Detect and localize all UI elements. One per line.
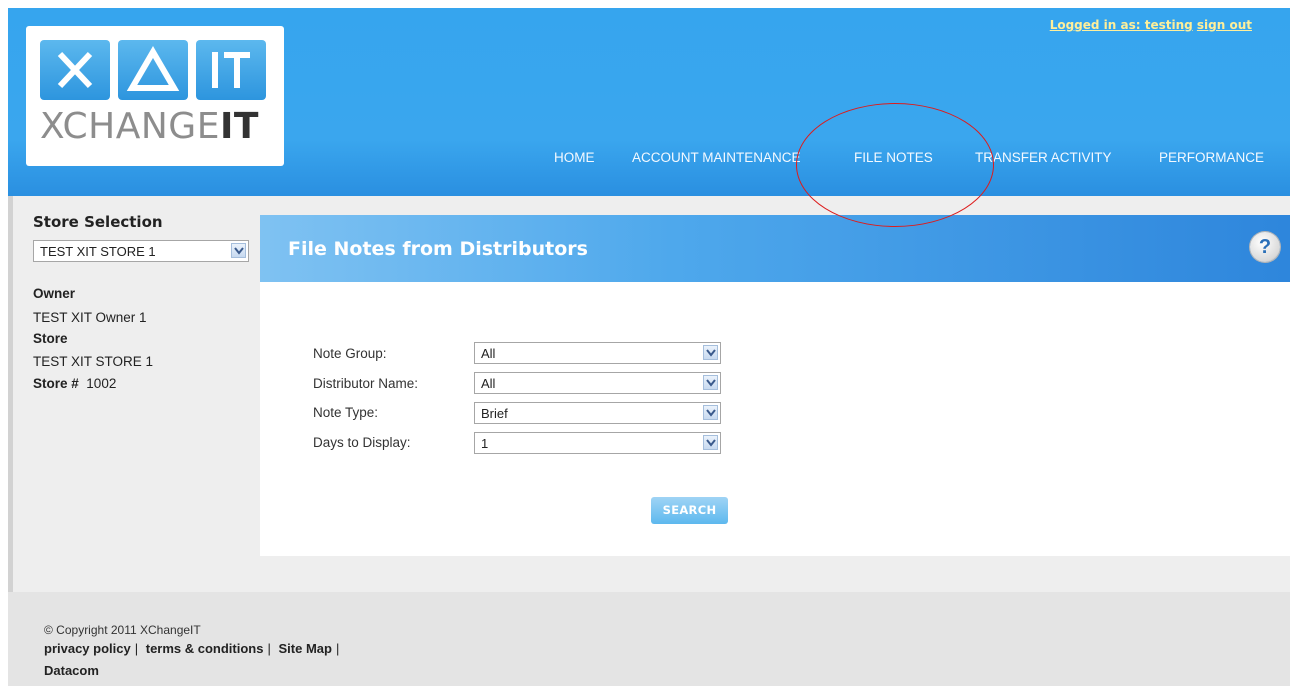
owner-label: Owner bbox=[33, 286, 76, 301]
x-icon bbox=[57, 51, 93, 89]
store-number-value: 1002 bbox=[86, 376, 117, 391]
page-title: File Notes from Distributors bbox=[288, 238, 588, 260]
login-info: Logged in as: testing sign out bbox=[1050, 18, 1252, 32]
it-letters-icon bbox=[212, 52, 250, 88]
link-separator: | bbox=[267, 641, 271, 656]
distributor-name-label: Distributor Name: bbox=[313, 376, 419, 391]
main-nav: HOME ACCOUNT MAINTENANCE FILE NOTES TRAN… bbox=[8, 150, 1290, 176]
store-label: Store bbox=[33, 331, 68, 346]
link-separator: | bbox=[134, 641, 139, 656]
store-select-value: TEST XIT STORE 1 bbox=[40, 244, 156, 259]
chevron-down-icon bbox=[703, 405, 718, 420]
chevron-down-icon bbox=[703, 435, 718, 450]
note-type-select[interactable]: Brief bbox=[474, 402, 721, 424]
sign-out-link[interactable]: sign out bbox=[1197, 18, 1252, 32]
owner-value: TEST XIT Owner 1 bbox=[33, 310, 147, 325]
store-number-label: Store # bbox=[33, 376, 79, 391]
site-header: XCHANGEIT Logged in as: testing sign out… bbox=[8, 8, 1290, 196]
logo-it-tile bbox=[196, 40, 266, 100]
footer-links: privacy policy | terms & conditions | Site… bbox=[44, 641, 343, 656]
chevron-down-icon bbox=[703, 375, 718, 390]
link-separator: | bbox=[335, 641, 340, 656]
site-map-link[interactable]: Site Map bbox=[279, 641, 332, 656]
copyright-text: © Copyright 2011 XChangeIT bbox=[44, 623, 201, 637]
help-icon[interactable]: ? bbox=[1250, 232, 1280, 262]
days-to-display-value: 1 bbox=[481, 436, 489, 451]
distributor-name-select[interactable]: All bbox=[474, 372, 721, 394]
note-group-value: All bbox=[481, 346, 496, 361]
triangle-icon bbox=[126, 46, 180, 91]
chevron-down-icon bbox=[231, 243, 246, 258]
store-value: TEST XIT STORE 1 bbox=[33, 354, 154, 369]
days-to-display-label: Days to Display: bbox=[313, 435, 411, 450]
logged-in-user-link[interactable]: Logged in as: testing bbox=[1050, 18, 1193, 32]
terms-conditions-link[interactable]: terms & conditions bbox=[146, 641, 264, 656]
store-number: Store # 1002 bbox=[33, 376, 116, 391]
datacom-link[interactable]: Datacom bbox=[44, 663, 99, 678]
sidebar-edge bbox=[8, 196, 13, 592]
note-type-value: Brief bbox=[481, 406, 508, 421]
logo-wordmark: XCHANGEIT bbox=[40, 106, 259, 147]
nav-performance[interactable]: PERFORMANCE bbox=[1159, 150, 1264, 165]
nav-home[interactable]: HOME bbox=[554, 150, 595, 165]
store-selection-title: Store Selection bbox=[33, 213, 163, 231]
note-group-select[interactable]: All bbox=[474, 342, 721, 364]
note-group-label: Note Group: bbox=[313, 346, 387, 361]
days-to-display-select[interactable]: 1 bbox=[474, 432, 721, 454]
nav-account-maintenance[interactable]: ACCOUNT MAINTENANCE bbox=[632, 150, 801, 165]
privacy-policy-link[interactable]: privacy policy bbox=[44, 641, 131, 656]
nav-file-notes[interactable]: FILE NOTES bbox=[854, 150, 933, 165]
search-button[interactable]: SEARCH bbox=[651, 497, 728, 524]
chevron-down-icon bbox=[703, 345, 718, 360]
note-type-label: Note Type: bbox=[313, 405, 379, 420]
logo-x-tile bbox=[40, 40, 110, 100]
content-panel bbox=[260, 282, 1290, 556]
logo-delta-tile bbox=[118, 40, 188, 100]
site-footer bbox=[8, 592, 1290, 686]
nav-transfer-activity[interactable]: TRANSFER ACTIVITY bbox=[975, 150, 1112, 165]
xchangeit-logo[interactable]: XCHANGEIT bbox=[26, 26, 284, 166]
distributor-name-value: All bbox=[481, 376, 496, 391]
store-select[interactable]: TEST XIT STORE 1 bbox=[33, 240, 249, 262]
